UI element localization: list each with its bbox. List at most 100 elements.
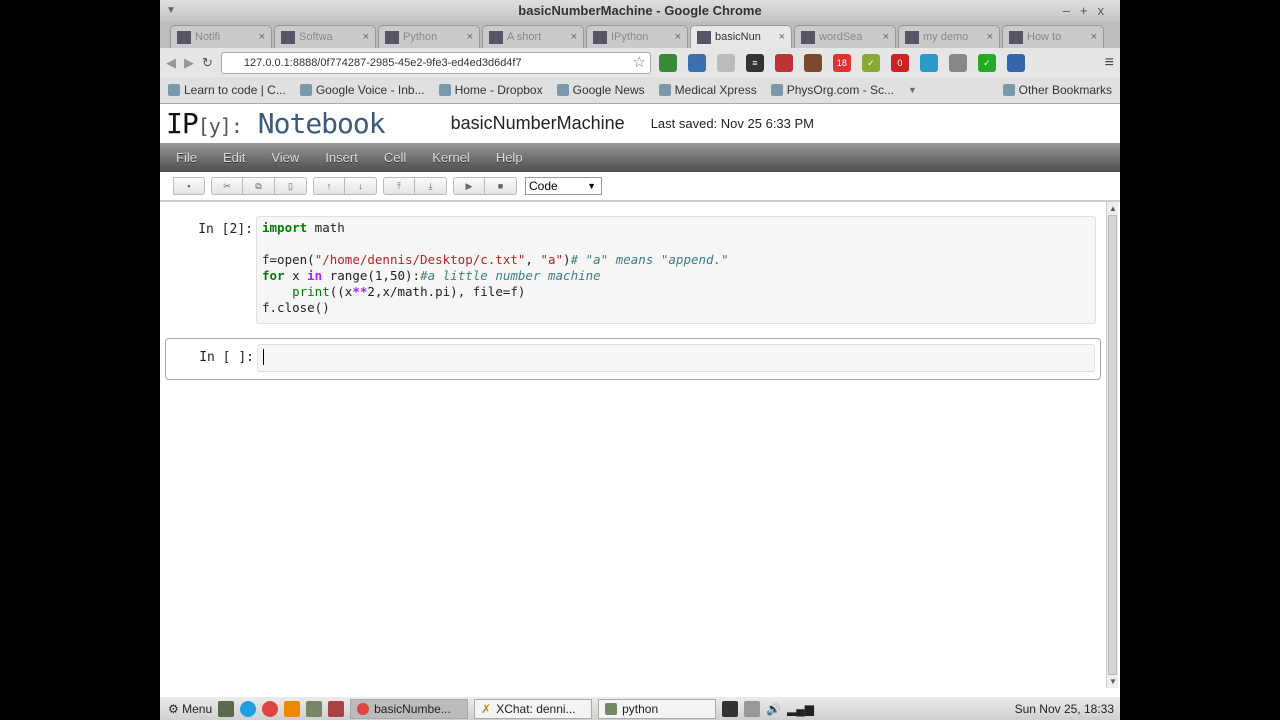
close-icon[interactable]: × <box>675 26 681 48</box>
copy-button[interactable]: ⧉ <box>243 177 275 195</box>
interrupt-button[interactable]: ■ <box>485 177 517 195</box>
tab-8[interactable]: How to × <box>1002 25 1104 48</box>
vertical-scrollbar[interactable]: ▲ ▼ <box>1106 202 1118 688</box>
bookmark-item[interactable]: Medical Xpress <box>658 83 757 97</box>
insert-above-button[interactable]: ⤒ <box>383 177 415 195</box>
taskbar-window-chrome[interactable]: basicNumbe... <box>350 698 469 719</box>
menu-insert[interactable]: Insert <box>325 150 358 165</box>
bookmark-item[interactable]: Google Voice - Inb... <box>299 83 425 97</box>
menu-view[interactable]: View <box>271 150 299 165</box>
cell-prompt: In [2]: <box>198 222 253 237</box>
menu-cell[interactable]: Cell <box>384 150 406 165</box>
extension-icon[interactable] <box>658 53 677 72</box>
chrome-icon[interactable] <box>262 700 279 717</box>
paste-button[interactable]: ▯ <box>275 177 307 195</box>
close-icon[interactable]: × <box>1091 26 1097 48</box>
save-button[interactable]: ▪ <box>173 177 205 195</box>
bookmark-icon <box>438 84 451 96</box>
insert-below-button[interactable]: ⤓ <box>415 177 447 195</box>
close-icon[interactable]: × <box>467 26 473 48</box>
app-icon[interactable] <box>306 700 323 717</box>
bookmark-item[interactable]: Home - Dropbox <box>438 83 543 97</box>
taskbar-window-python[interactable]: python <box>598 698 717 719</box>
tab-label: my demo <box>923 31 969 43</box>
extension-icon[interactable]: 18 <box>832 53 851 72</box>
ipython-icon <box>697 30 711 44</box>
close-icon[interactable]: × <box>363 26 369 48</box>
bookmark-item[interactable]: Learn to code | C... <box>168 83 286 97</box>
chevron-down-icon: ▼ <box>587 181 596 191</box>
tab-1[interactable]: Softwa × <box>274 25 376 48</box>
extension-icon[interactable]: ≡ <box>745 53 764 72</box>
notebook-name[interactable]: basicNumberMachine <box>451 113 625 134</box>
bookmark-item[interactable]: PhysOrg.com - Sc... <box>770 83 894 97</box>
taskbar-window-xchat[interactable]: ✗ XChat: denni... <box>474 698 593 719</box>
menu-file[interactable]: File <box>176 150 197 165</box>
bookmark-item[interactable]: Google News <box>556 83 645 97</box>
extension-icon[interactable]: 0 <box>890 53 909 72</box>
firefox-icon[interactable] <box>284 700 301 717</box>
signal-icon[interactable]: ▂▄▆ <box>787 702 814 716</box>
clock[interactable]: Sun Nov 25, 18:33 <box>1015 702 1114 716</box>
bookmark-icon <box>168 84 180 96</box>
move-up-button[interactable]: ↑ <box>313 177 345 195</box>
terminal-icon[interactable] <box>722 700 739 717</box>
close-icon[interactable]: × <box>571 26 577 48</box>
cut-button[interactable]: ✂ <box>211 177 243 195</box>
menu-help[interactable]: Help <box>496 150 523 165</box>
menu-button[interactable]: ⚙ Menu <box>168 702 212 716</box>
tab-4[interactable]: IPython × <box>586 25 688 48</box>
run-button[interactable]: ▶ <box>453 177 485 195</box>
cell-input[interactable]: import math f=open("/home/dennis/Desktop… <box>256 216 1096 324</box>
notebook-toolbar: ▪ ✂ ⧉ ▯ ↑ ↓ ⤒ ⤓ ▶ ■ Code ▼ <box>160 172 1120 202</box>
tab-2[interactable]: Python × <box>378 25 480 48</box>
forward-icon[interactable]: ▶ <box>184 55 194 71</box>
back-icon[interactable]: ◀ <box>166 55 176 71</box>
app-icon[interactable] <box>328 700 345 717</box>
extension-icon[interactable] <box>716 53 735 72</box>
menu-edit[interactable]: Edit <box>223 150 245 165</box>
google-icon <box>385 30 399 44</box>
cell-input[interactable] <box>257 344 1095 372</box>
move-down-button[interactable]: ↓ <box>345 177 377 195</box>
bookmark-icon <box>1002 84 1015 96</box>
ipython-icon <box>801 30 815 44</box>
bookmark-item[interactable]: Other Bookmarks <box>1002 83 1112 97</box>
network-icon[interactable] <box>744 700 761 717</box>
tab-0[interactable]: Notifi × <box>170 25 272 48</box>
volume-icon[interactable]: 🔊 <box>766 702 781 716</box>
chrome-menu-icon[interactable]: ≡ <box>1105 54 1114 72</box>
taskbar: ⚙ Menu basicNumbe... ✗ XChat: denni... py… <box>160 697 1120 720</box>
close-icon[interactable]: × <box>987 26 993 48</box>
close-icon[interactable]: × <box>779 26 785 48</box>
reload-icon[interactable]: ↻ <box>202 55 213 71</box>
tab-5[interactable]: basicNun × <box>690 25 792 48</box>
extension-icon[interactable] <box>803 53 822 72</box>
window-controls[interactable]: –+x <box>1063 0 1114 22</box>
window-menu-icon[interactable]: ▼ <box>166 0 176 22</box>
extension-icon[interactable] <box>687 53 706 72</box>
menu-kernel[interactable]: Kernel <box>432 150 470 165</box>
cell-type-select[interactable]: Code ▼ <box>525 177 602 195</box>
ipython-icon <box>593 30 607 44</box>
tab-3[interactable]: A short × <box>482 25 584 48</box>
extension-icon[interactable] <box>1006 53 1025 72</box>
tab-7[interactable]: my demo × <box>898 25 1000 48</box>
extension-icon[interactable] <box>948 53 967 72</box>
code-cell-selected[interactable]: In [ ]: <box>165 338 1101 380</box>
extension-icon[interactable] <box>774 53 793 72</box>
chevron-down-icon[interactable]: ▼ <box>908 85 917 95</box>
skype-icon[interactable] <box>240 700 257 717</box>
close-icon[interactable]: × <box>259 26 265 48</box>
tab-6[interactable]: wordSea × <box>794 25 896 48</box>
url-input[interactable]: 127.0.0.1:8888/0f774287-2985-45e2-9fe3-e… <box>220 51 651 74</box>
close-icon[interactable]: × <box>883 26 889 48</box>
extension-icon[interactable]: ✓ <box>861 53 880 72</box>
cell-prompt: In [ ]: <box>199 350 254 365</box>
code-cell[interactable]: In [2]: import math f=open("/home/dennis… <box>165 212 1101 324</box>
extension-icon[interactable]: ✓ <box>977 53 996 72</box>
show-desktop-icon[interactable] <box>218 700 235 717</box>
bookmark-star-icon[interactable]: ☆ <box>632 53 645 73</box>
bookmarks-bar: Learn to code | C... Google Voice - Inb..… <box>160 77 1120 104</box>
extension-icon[interactable] <box>919 53 938 72</box>
